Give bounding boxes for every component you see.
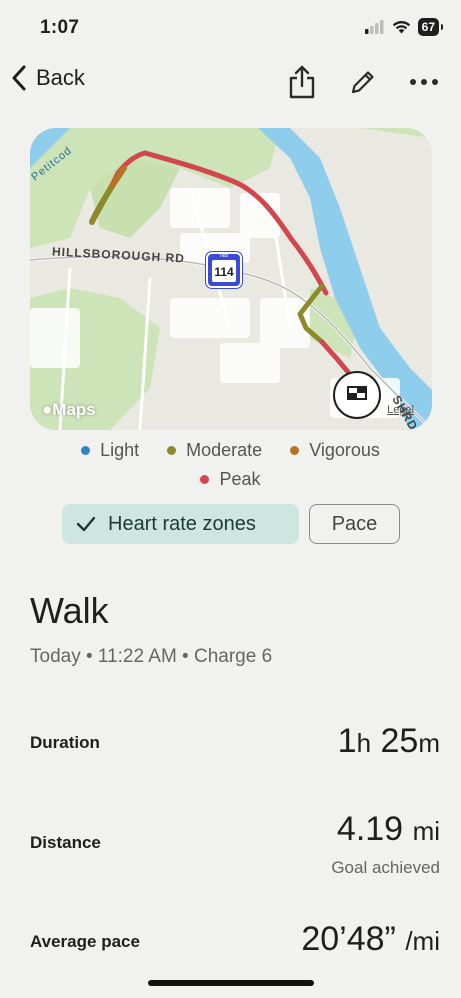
- map-legal-link[interactable]: Legal: [387, 404, 414, 416]
- legend-item-moderate: Moderate: [167, 440, 262, 461]
- duration-m-unit: m: [418, 728, 440, 758]
- route-shield-number: 114: [212, 260, 236, 282]
- maps-attribution: ●Maps: [42, 400, 96, 420]
- distance-value: 4.19 mi: [337, 810, 440, 849]
- share-icon: [289, 65, 315, 99]
- status-bar: 1:07 67: [0, 0, 461, 56]
- finish-marker: [333, 371, 381, 419]
- pace-unit: /mi: [405, 926, 440, 956]
- map-mode-toggle: Heart rate zones Pace: [62, 504, 400, 544]
- duration-label: Duration: [30, 733, 100, 752]
- status-time: 1:07: [40, 17, 80, 38]
- back-button[interactable]: Back: [10, 64, 85, 92]
- more-button[interactable]: [404, 62, 444, 102]
- chevron-left-icon: [12, 65, 26, 91]
- activity-title: Walk: [30, 590, 109, 631]
- stat-duration: Duration 1h 25m: [30, 722, 440, 772]
- status-icons: 67: [364, 18, 444, 36]
- pace-chip[interactable]: Pace: [309, 504, 400, 544]
- edit-button[interactable]: [343, 62, 383, 102]
- legend-dot-vigorous: [290, 446, 300, 455]
- legend-dot-light: [81, 446, 91, 455]
- legend-dot-peak: [200, 475, 210, 484]
- legend-dot-moderate: [167, 446, 177, 455]
- legend-label-peak: Peak: [219, 469, 261, 489]
- maps-attribution-text: Maps: [52, 400, 96, 419]
- heart-rate-zones-chip[interactable]: Heart rate zones: [62, 504, 299, 544]
- average-pace-value: 20’48” /mi: [301, 920, 440, 959]
- legend-label-moderate: Moderate: [186, 440, 263, 460]
- distance-unit: mi: [412, 816, 440, 846]
- legend-item-peak: Peak: [200, 469, 261, 490]
- heart-rate-zones-label: Heart rate zones: [108, 512, 256, 535]
- average-pace-label: Average pace: [30, 932, 140, 951]
- edit-icon: [351, 71, 374, 94]
- back-label: Back: [36, 65, 85, 90]
- wifi-icon: [392, 20, 410, 34]
- duration-h-unit: h: [356, 728, 372, 758]
- distance-number: 4.19: [336, 810, 404, 848]
- duration-minutes: 25: [380, 722, 419, 760]
- distance-label: Distance: [30, 833, 101, 852]
- distance-goal-status: Goal achieved: [331, 858, 440, 877]
- apple-logo-icon: ●: [42, 400, 53, 419]
- duration-hours: 1: [337, 722, 357, 760]
- pace-number: 20’48”: [301, 920, 396, 958]
- signal-icon: [364, 20, 384, 34]
- battery-icon: 67: [417, 18, 444, 36]
- legend-item-vigorous: Vigorous: [290, 440, 380, 461]
- stat-distance: Distance 4.19 mi Goal achieved: [30, 810, 440, 880]
- route-map[interactable]: HILLSBOROUGH RD Petitcod SHRD NB 114 ●Ma…: [30, 128, 432, 430]
- legend-label-light: Light: [100, 440, 140, 460]
- share-button[interactable]: [282, 62, 322, 102]
- route-shield: NB 114: [206, 252, 242, 288]
- stat-average-pace: Average pace 20’48” /mi: [30, 920, 440, 968]
- more-icon: [410, 79, 438, 85]
- legend-item-light: Light: [81, 440, 139, 461]
- pace-chip-label: Pace: [331, 512, 378, 535]
- checkmark-icon: [76, 516, 96, 532]
- route-shield-dir: NB: [219, 253, 229, 259]
- finish-flag-icon: [347, 386, 367, 400]
- duration-value: 1h 25m: [338, 722, 440, 761]
- legend-label-vigorous: Vigorous: [309, 440, 380, 460]
- heart-rate-legend: Light Moderate Vigorous Peak: [0, 440, 461, 498]
- home-indicator[interactable]: [148, 980, 314, 986]
- nav-bar: Back: [0, 58, 461, 106]
- activity-meta: Today • 11:22 AM • Charge 6: [30, 646, 273, 667]
